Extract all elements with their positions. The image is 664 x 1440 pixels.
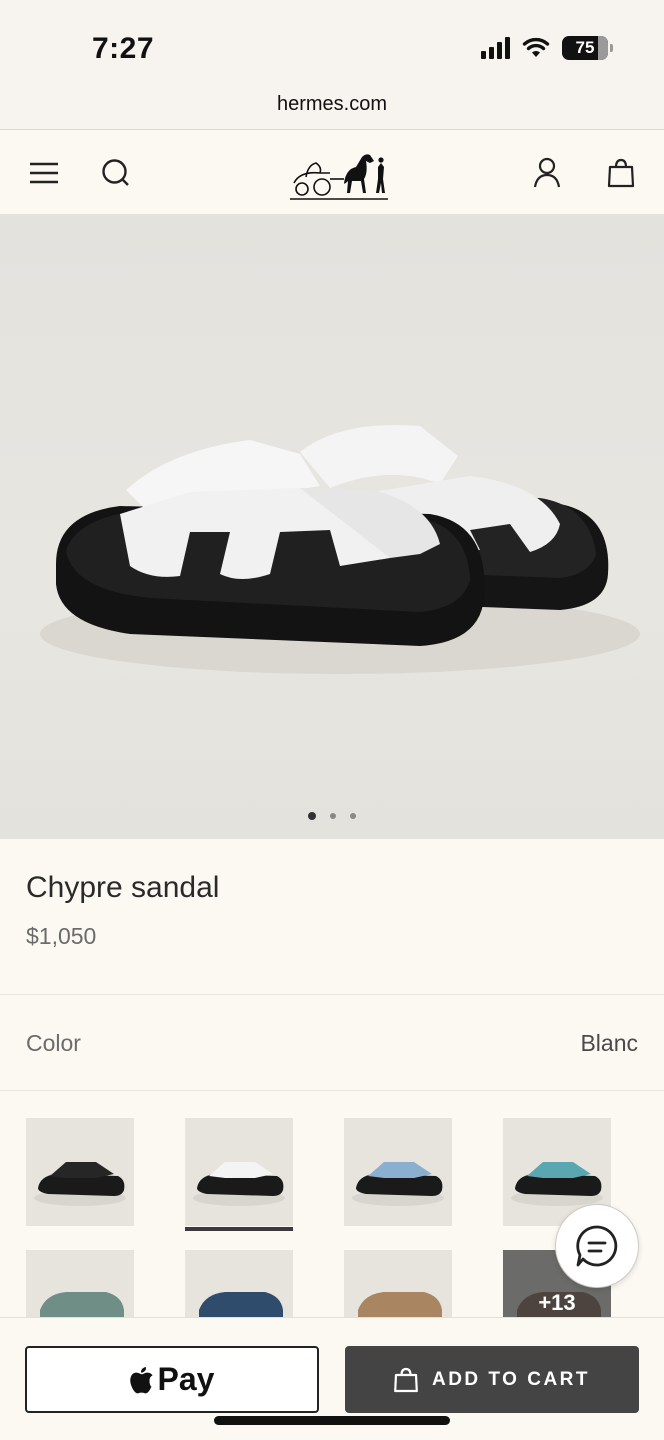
search-icon[interactable] (96, 153, 136, 193)
wifi-icon (522, 37, 550, 57)
color-swatch-navy[interactable] (185, 1250, 293, 1317)
menu-icon[interactable] (24, 153, 64, 193)
status-bar: 7:27 75 (0, 0, 664, 88)
carousel-dot[interactable] (350, 813, 356, 819)
carousel-dot[interactable] (308, 812, 316, 820)
bag-icon (394, 1367, 418, 1392)
shopping-bag-icon[interactable] (601, 153, 641, 193)
product-name: Chypre sandal (26, 871, 220, 904)
account-icon[interactable] (527, 153, 567, 193)
status-icons: 75 (481, 36, 613, 60)
color-swatch-tan[interactable] (344, 1250, 452, 1317)
apple-logo-icon (129, 1366, 153, 1393)
color-swatch-black[interactable] (26, 1118, 134, 1226)
site-header (0, 131, 664, 214)
status-time: 7:27 (92, 32, 155, 65)
add-to-cart-button[interactable]: ADD TO CART (345, 1346, 639, 1413)
home-indicator[interactable] (214, 1416, 450, 1425)
color-swatch-white[interactable] (185, 1118, 293, 1226)
add-to-cart-label: ADD TO CART (431, 1368, 591, 1390)
carousel-dots (0, 812, 664, 820)
chat-icon (576, 1225, 618, 1267)
color-label: Color (26, 1030, 81, 1056)
selected-swatch-indicator (185, 1227, 293, 1231)
address-bar[interactable]: hermes.com (0, 88, 664, 130)
product-image-carousel[interactable] (0, 214, 664, 839)
battery-icon: 75 (562, 36, 613, 60)
selected-color: Blanc (580, 1030, 638, 1056)
apple-pay-label: Pay (157, 1361, 215, 1397)
product-image (40, 425, 640, 674)
apple-pay-button[interactable]: Pay (25, 1346, 319, 1413)
product-price: $1,050 (26, 923, 97, 949)
color-swatch-sage-green[interactable] (26, 1250, 134, 1317)
battery-level: 75 (575, 38, 595, 57)
url-text: hermes.com (276, 93, 388, 115)
chat-button[interactable] (555, 1204, 639, 1288)
carousel-dot[interactable] (330, 813, 336, 819)
product-info: Chypre sandal $1,050 (0, 839, 664, 995)
color-row: Color Blanc (0, 996, 664, 1091)
hermes-logo[interactable] (286, 143, 392, 203)
cellular-signal-icon (481, 37, 510, 59)
color-swatch-light-blue[interactable] (344, 1118, 452, 1226)
